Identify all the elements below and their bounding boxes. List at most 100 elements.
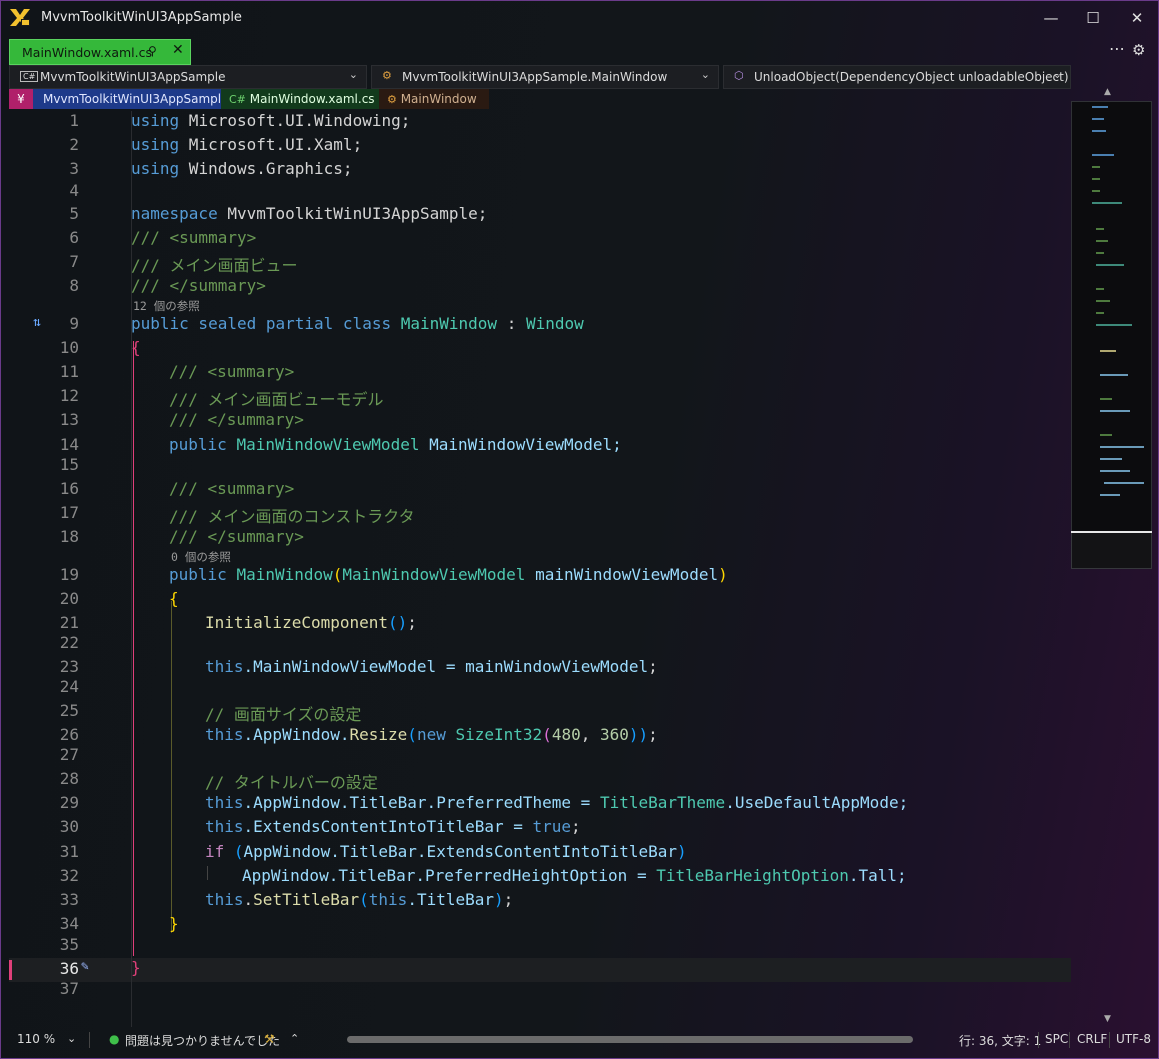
code-line-12: /// メイン画面ビューモデル <box>169 390 384 409</box>
minimap-line <box>1100 446 1144 448</box>
check-circle-icon: ● <box>109 1032 120 1046</box>
member-dropdown[interactable]: ⬡ UnloadObject(DependencyObject unloadab… <box>723 65 1071 89</box>
line-number-current: 36 <box>59 959 79 978</box>
scroll-down-arrow-icon[interactable]: ▼ <box>1104 1014 1111 1024</box>
line-number: 32 <box>59 866 79 885</box>
code-line-29: this.AppWindow.TitleBar.PreferredTheme =… <box>205 793 909 812</box>
minimize-button[interactable]: — <box>1028 5 1074 31</box>
line-number: 13 <box>59 410 79 429</box>
chevron-up-icon[interactable]: ⌃ <box>290 1032 299 1045</box>
code-line-6: /// <summary> <box>131 228 257 247</box>
chevron-down-icon: ⌄ <box>1052 68 1062 81</box>
codelens-references[interactable]: 0 個の参照 <box>171 549 231 565</box>
line-number: 8 <box>69 276 79 295</box>
chevron-down-icon[interactable]: ⌄ <box>67 1032 76 1045</box>
line-number: 9 <box>69 314 79 333</box>
breadcrumb-file[interactable]: C# MainWindow.xaml.cs <box>221 89 379 109</box>
line-number: 16 <box>59 479 79 498</box>
breadcrumb-class[interactable]: ⚙ MainWindow <box>379 89 489 109</box>
line-number: 30 <box>59 817 79 836</box>
code-line-14: public MainWindowViewModel MainWindowVie… <box>169 435 622 454</box>
line-number: 37 <box>59 979 79 998</box>
line-number: 35 <box>59 935 79 954</box>
minimap[interactable] <box>1071 101 1152 569</box>
line-number: 33 <box>59 890 79 909</box>
minimap-line <box>1100 374 1128 376</box>
project-dropdown[interactable]: C# MvvmToolkitWinUI3AppSample ⌄ <box>9 65 367 89</box>
minimap-line <box>1100 458 1122 460</box>
window-title: MvvmToolkitWinUI3AppSample <box>41 10 242 25</box>
codelens-references[interactable]: 12 個の参照 <box>133 298 200 314</box>
divider <box>1109 1032 1110 1048</box>
class-dropdown-label: MvvmToolkitWinUI3AppSample.MainWindow <box>402 70 668 84</box>
minimap-viewport[interactable] <box>1071 531 1152 569</box>
brace-guide <box>133 341 134 956</box>
line-number: 5 <box>69 204 79 223</box>
member-dropdown-label: UnloadObject(DependencyObject unloadable… <box>754 70 1069 84</box>
minimap-line <box>1092 106 1108 108</box>
minimap-line <box>1092 178 1100 180</box>
line-number: 2 <box>69 135 79 154</box>
line-number: 22 <box>59 633 79 652</box>
line-number: 21 <box>59 613 79 632</box>
line-number: 23 <box>59 657 79 676</box>
line-ending[interactable]: CRLF <box>1077 1032 1107 1046</box>
maximize-button[interactable]: ☐ <box>1070 5 1116 31</box>
minimap-line <box>1096 240 1108 242</box>
code-line-17: /// メイン画面のコンストラクタ <box>169 507 415 526</box>
issues-status[interactable]: 問題は見つかりませんでした <box>125 1032 280 1049</box>
title-bar: MvvmToolkitWinUI3AppSample — ☐ ✕ <box>1 1 1158 35</box>
code-line-7: /// メイン画面ビュー <box>131 256 298 275</box>
quick-action-icon[interactable]: ✎ <box>81 959 89 974</box>
code-line-28: // タイトルバーの設定 <box>205 773 378 792</box>
file-encoding[interactable]: UTF-8 <box>1116 1032 1151 1046</box>
code-line-23: this.MainWindowViewModel = mainWindowVie… <box>205 657 658 676</box>
line-number: 28 <box>59 769 79 788</box>
pin-icon[interactable]: ⚲ <box>148 44 157 58</box>
minimap-line <box>1100 410 1130 412</box>
class-dropdown[interactable]: ⚙ MvvmToolkitWinUI3AppSample.MainWindow … <box>371 65 719 89</box>
minimap-line <box>1096 312 1104 314</box>
chevron-down-icon: ⌄ <box>348 68 358 81</box>
minimap-line <box>1096 264 1124 266</box>
code-line-36: } <box>131 958 141 977</box>
indent-guide <box>207 866 208 880</box>
breadcrumb-file-label: MainWindow.xaml.cs <box>249 92 375 106</box>
breadcrumb-class-label: MainWindow <box>400 92 477 106</box>
line-number: 4 <box>69 181 79 200</box>
minimap-line <box>1100 434 1112 436</box>
minimap-line <box>1096 288 1104 290</box>
code-line-18: /// </summary> <box>169 527 304 546</box>
broom-icon[interactable]: ⚒ <box>264 1032 275 1046</box>
minimap-line <box>1100 350 1116 352</box>
code-line-19: public MainWindow(MainWindowViewModel ma… <box>169 565 728 584</box>
code-line-31: if (AppWindow.TitleBar.ExtendsContentInt… <box>205 842 687 861</box>
scroll-up-arrow-icon[interactable]: ▲ <box>1104 87 1111 97</box>
minimap-line <box>1096 300 1110 302</box>
tab-close-icon[interactable]: ✕ <box>172 42 184 58</box>
close-window-button[interactable]: ✕ <box>1114 5 1158 31</box>
horizontal-scrollbar[interactable] <box>347 1036 913 1043</box>
cursor-position[interactable]: 行: 36, 文字: 1 <box>959 1032 1041 1049</box>
breadcrumb: ¥ MvvmToolkitWinUI3AppSample C# MainWind… <box>9 89 1071 111</box>
tab-mainwindow-xaml-cs[interactable]: MainWindow.xaml.cs ⚲ ✕ <box>9 39 191 65</box>
document-tab-strip: MainWindow.xaml.cs ⚲ ✕ ⋯ ⚙ <box>1 37 1158 65</box>
minimap-line <box>1092 202 1122 204</box>
minimap-line <box>1100 398 1112 400</box>
zoom-level[interactable]: 110 % <box>17 1032 55 1046</box>
gear-icon[interactable]: ⚙ <box>1132 41 1145 59</box>
editor-window: MvvmToolkitWinUI3AppSample — ☐ ✕ MainWin… <box>0 0 1159 1059</box>
chevron-down-icon: ⌄ <box>700 68 710 81</box>
line-number: 11 <box>59 362 79 381</box>
line-number: 7 <box>69 252 79 271</box>
more-options-icon[interactable]: ⋯ <box>1109 39 1125 58</box>
minimap-line <box>1096 324 1132 326</box>
code-line-20: { <box>169 589 179 608</box>
code-editor[interactable]: 1 2 3 4 5 6 7 8 9 10 11 12 13 14 15 16 1… <box>9 111 1071 1027</box>
line-number: 29 <box>59 793 79 812</box>
code-line-30: this.ExtendsContentIntoTitleBar = true; <box>205 817 581 836</box>
minimap-line <box>1092 166 1100 168</box>
breadcrumb-project[interactable]: MvvmToolkitWinUI3AppSample <box>33 89 228 109</box>
implementation-glyph-icon[interactable]: ⇅ <box>33 315 41 330</box>
whitespace-mode[interactable]: SPC <box>1045 1032 1068 1046</box>
